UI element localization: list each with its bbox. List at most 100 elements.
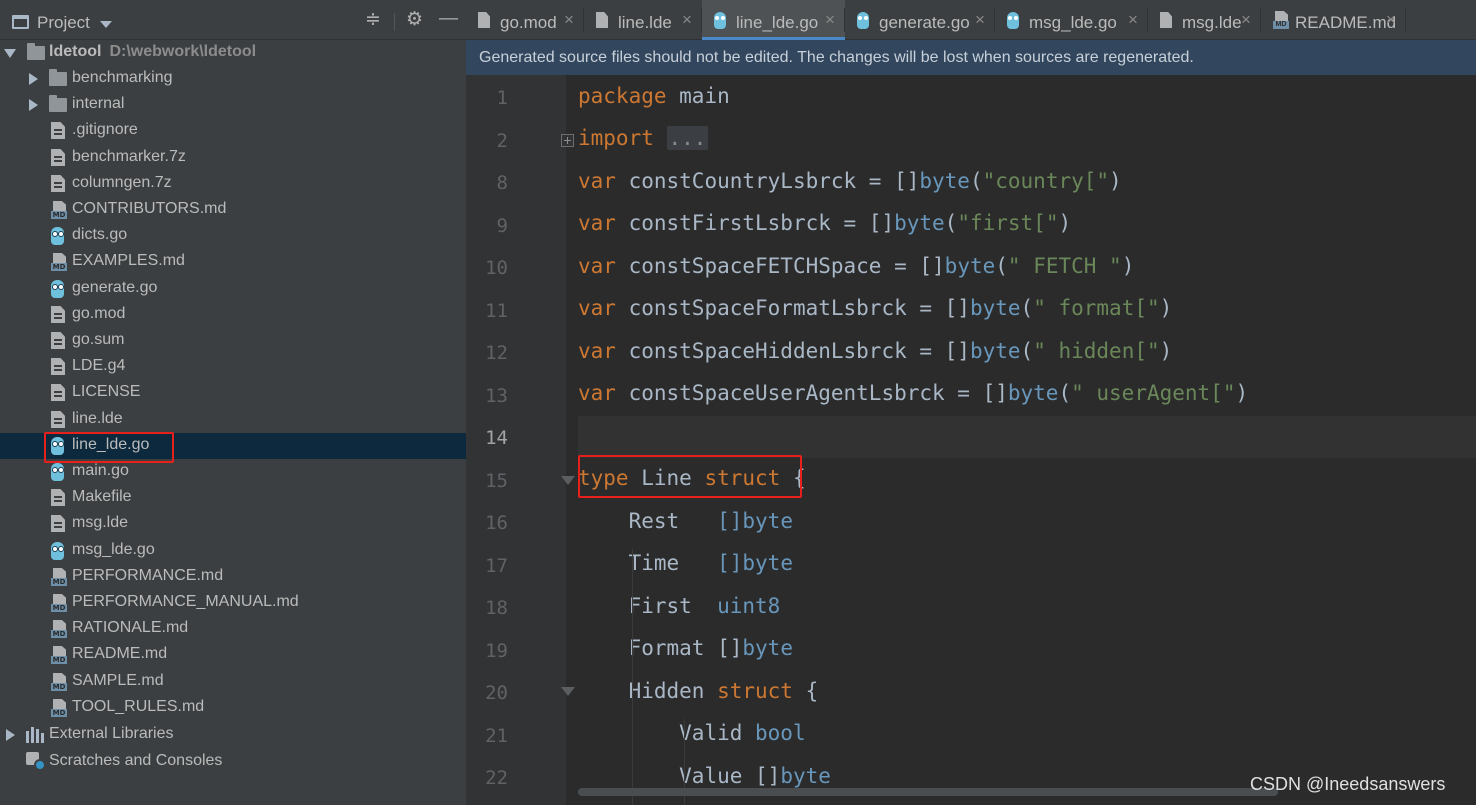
close-icon[interactable]: × bbox=[1241, 11, 1251, 28]
markdown-file-icon: MD bbox=[51, 673, 67, 691]
close-icon[interactable]: × bbox=[1128, 11, 1138, 28]
text-file-icon bbox=[51, 175, 65, 192]
tree-item-label: RATIONALE.md bbox=[72, 619, 189, 636]
code-line-13[interactable]: var constSpaceUserAgentLsbrck = []byte("… bbox=[578, 381, 1248, 423]
tree-item[interactable]: Makefile bbox=[0, 485, 466, 511]
tree-item-label: benchmarking bbox=[72, 69, 173, 86]
editor-tab[interactable]: msg.lde × bbox=[1148, 0, 1261, 40]
text-file-icon bbox=[51, 332, 65, 349]
expand-fold-icon[interactable] bbox=[561, 134, 574, 147]
tree-item[interactable]: MD TOOL_RULES.md bbox=[0, 695, 466, 721]
editor-tab[interactable]: generate.go × bbox=[845, 0, 995, 40]
banner-text: Generated source files should not be edi… bbox=[479, 49, 1194, 66]
code-line-8[interactable]: var constCountryLsbrck = []byte("country… bbox=[578, 169, 1122, 211]
fold-marker-icon[interactable] bbox=[561, 476, 575, 488]
close-icon[interactable]: × bbox=[682, 11, 692, 28]
tree-item[interactable]: MD RATIONALE.md bbox=[0, 616, 466, 642]
tree-item[interactable]: dicts.go bbox=[0, 223, 466, 249]
code-line-21[interactable]: Valid bool bbox=[578, 721, 805, 763]
tree-root-ldetool[interactable]: ldetool D:\webwork\ldetool bbox=[0, 40, 466, 66]
project-view-selector[interactable]: Project bbox=[37, 13, 90, 33]
tree-item[interactable]: msg_lde.go bbox=[0, 538, 466, 564]
tree-item-label: line.lde bbox=[72, 410, 123, 427]
code-editor[interactable]: package main import ... var constCountry… bbox=[578, 75, 1476, 805]
text-file-icon bbox=[51, 358, 65, 375]
folded-imports[interactable]: ... bbox=[666, 126, 709, 150]
editor-tab[interactable]: line_lde.go × bbox=[702, 0, 845, 40]
code-line-18[interactable]: First uint8 bbox=[578, 594, 781, 636]
expand-arrow-icon[interactable] bbox=[29, 73, 38, 85]
code-line-15[interactable]: type Line struct { bbox=[578, 466, 806, 508]
tree-item[interactable]: generate.go bbox=[0, 276, 466, 302]
hide-panel-icon[interactable]: — bbox=[439, 9, 458, 29]
code-line-22[interactable]: Value []byte bbox=[578, 764, 831, 805]
tree-item-label: PERFORMANCE.md bbox=[72, 567, 224, 584]
tree-item-label: internal bbox=[72, 95, 125, 112]
expand-arrow-icon[interactable] bbox=[6, 729, 15, 741]
scrollbar-thumb[interactable] bbox=[578, 788, 1278, 796]
line-number: 19 bbox=[485, 640, 508, 662]
tree-item[interactable]: internal bbox=[0, 92, 466, 118]
chevron-down-icon[interactable] bbox=[100, 21, 112, 28]
editor-tab[interactable]: go.mod × bbox=[466, 0, 584, 40]
tab-label: msg_lde.go bbox=[1029, 13, 1117, 32]
tree-item[interactable]: MD PERFORMANCE_MANUAL.md bbox=[0, 590, 466, 616]
code-line-20[interactable]: Hidden struct { bbox=[578, 679, 819, 721]
tree-item-scratches-and-consoles[interactable]: Scratches and Consoles bbox=[0, 749, 466, 775]
tree-item[interactable]: main.go bbox=[0, 459, 466, 485]
tree-item[interactable]: LDE.g4 bbox=[0, 354, 466, 380]
editor-tab[interactable]: line.lde × bbox=[584, 0, 702, 40]
tree-item[interactable]: go.sum bbox=[0, 328, 466, 354]
editor-area: go.mod × line.lde × line_lde.go × generate.go ×… bbox=[466, 0, 1476, 805]
code-line-10[interactable]: var constSpaceFETCHSpace = []byte(" FETC… bbox=[578, 254, 1134, 296]
close-icon[interactable]: × bbox=[564, 11, 574, 28]
tree-item[interactable]: MD SAMPLE.md bbox=[0, 669, 466, 695]
tree-item-label: TOOL_RULES.md bbox=[72, 698, 205, 715]
close-icon[interactable]: × bbox=[1386, 11, 1396, 28]
code-line-1[interactable]: package main bbox=[578, 84, 730, 126]
code-line-11[interactable]: var constSpaceFormatLsbrck = []byte(" fo… bbox=[578, 296, 1172, 338]
line-number: 11 bbox=[485, 300, 508, 322]
code-line-2[interactable]: import ... bbox=[578, 126, 709, 168]
tree-item[interactable]: columngen.7z bbox=[0, 171, 466, 197]
tree-item[interactable]: line.lde bbox=[0, 407, 466, 433]
tree-item-external-libraries[interactable]: External Libraries bbox=[0, 722, 466, 748]
tree-item[interactable]: MD EXAMPLES.md bbox=[0, 249, 466, 275]
tree-item[interactable]: MD CONTRIBUTORS.md bbox=[0, 197, 466, 223]
tree-item[interactable]: line_lde.go bbox=[0, 433, 466, 459]
tree-item-label: msg_lde.go bbox=[72, 541, 155, 558]
expand-arrow-icon[interactable] bbox=[29, 99, 38, 111]
expand-arrow-icon[interactable] bbox=[4, 49, 16, 58]
markdown-file-icon: MD bbox=[51, 699, 67, 717]
code-line-17[interactable]: Time []byte bbox=[578, 551, 793, 593]
tree-item[interactable]: .gitignore bbox=[0, 118, 466, 144]
code-line-12[interactable]: var constSpaceHiddenLsbrck = []byte(" hi… bbox=[578, 339, 1172, 381]
tree-item[interactable]: benchmarking bbox=[0, 66, 466, 92]
tab-label: line_lde.go bbox=[736, 13, 819, 32]
code-line-9[interactable]: var constFirstLsbrck = []byte("first[") bbox=[578, 211, 1071, 253]
project-panel-header: Project ≑ ⚙ — bbox=[0, 0, 466, 40]
close-icon[interactable]: × bbox=[825, 11, 835, 28]
code-line-19[interactable]: Format []byte bbox=[578, 636, 793, 678]
tree-item[interactable]: MD README.md bbox=[0, 642, 466, 668]
editor-tab[interactable]: msg_lde.go × bbox=[995, 0, 1148, 40]
code-line-16[interactable]: Rest []byte bbox=[578, 509, 793, 551]
tree-item[interactable]: go.mod bbox=[0, 302, 466, 328]
gear-icon[interactable]: ⚙ bbox=[406, 10, 423, 30]
fold-marker-icon[interactable] bbox=[561, 687, 575, 699]
tree-item-label: SAMPLE.md bbox=[72, 672, 164, 689]
tree-item[interactable]: LICENSE bbox=[0, 380, 466, 406]
tree-item[interactable]: msg.lde bbox=[0, 511, 466, 537]
collapse-all-icon[interactable]: ≑ bbox=[365, 10, 381, 30]
close-icon[interactable]: × bbox=[975, 11, 985, 28]
text-file-icon bbox=[478, 12, 490, 28]
line-number: 2 bbox=[496, 130, 508, 152]
editor-tab[interactable]: MD README.md × bbox=[1261, 0, 1406, 40]
tree-item-label: LDE.g4 bbox=[72, 357, 126, 374]
go-file-icon bbox=[51, 280, 64, 298]
text-file-icon bbox=[51, 515, 65, 532]
folder-icon bbox=[49, 69, 67, 86]
tree-item[interactable]: benchmarker.7z bbox=[0, 145, 466, 171]
tree-item[interactable]: MD PERFORMANCE.md bbox=[0, 564, 466, 590]
scratches-icon bbox=[26, 752, 46, 772]
